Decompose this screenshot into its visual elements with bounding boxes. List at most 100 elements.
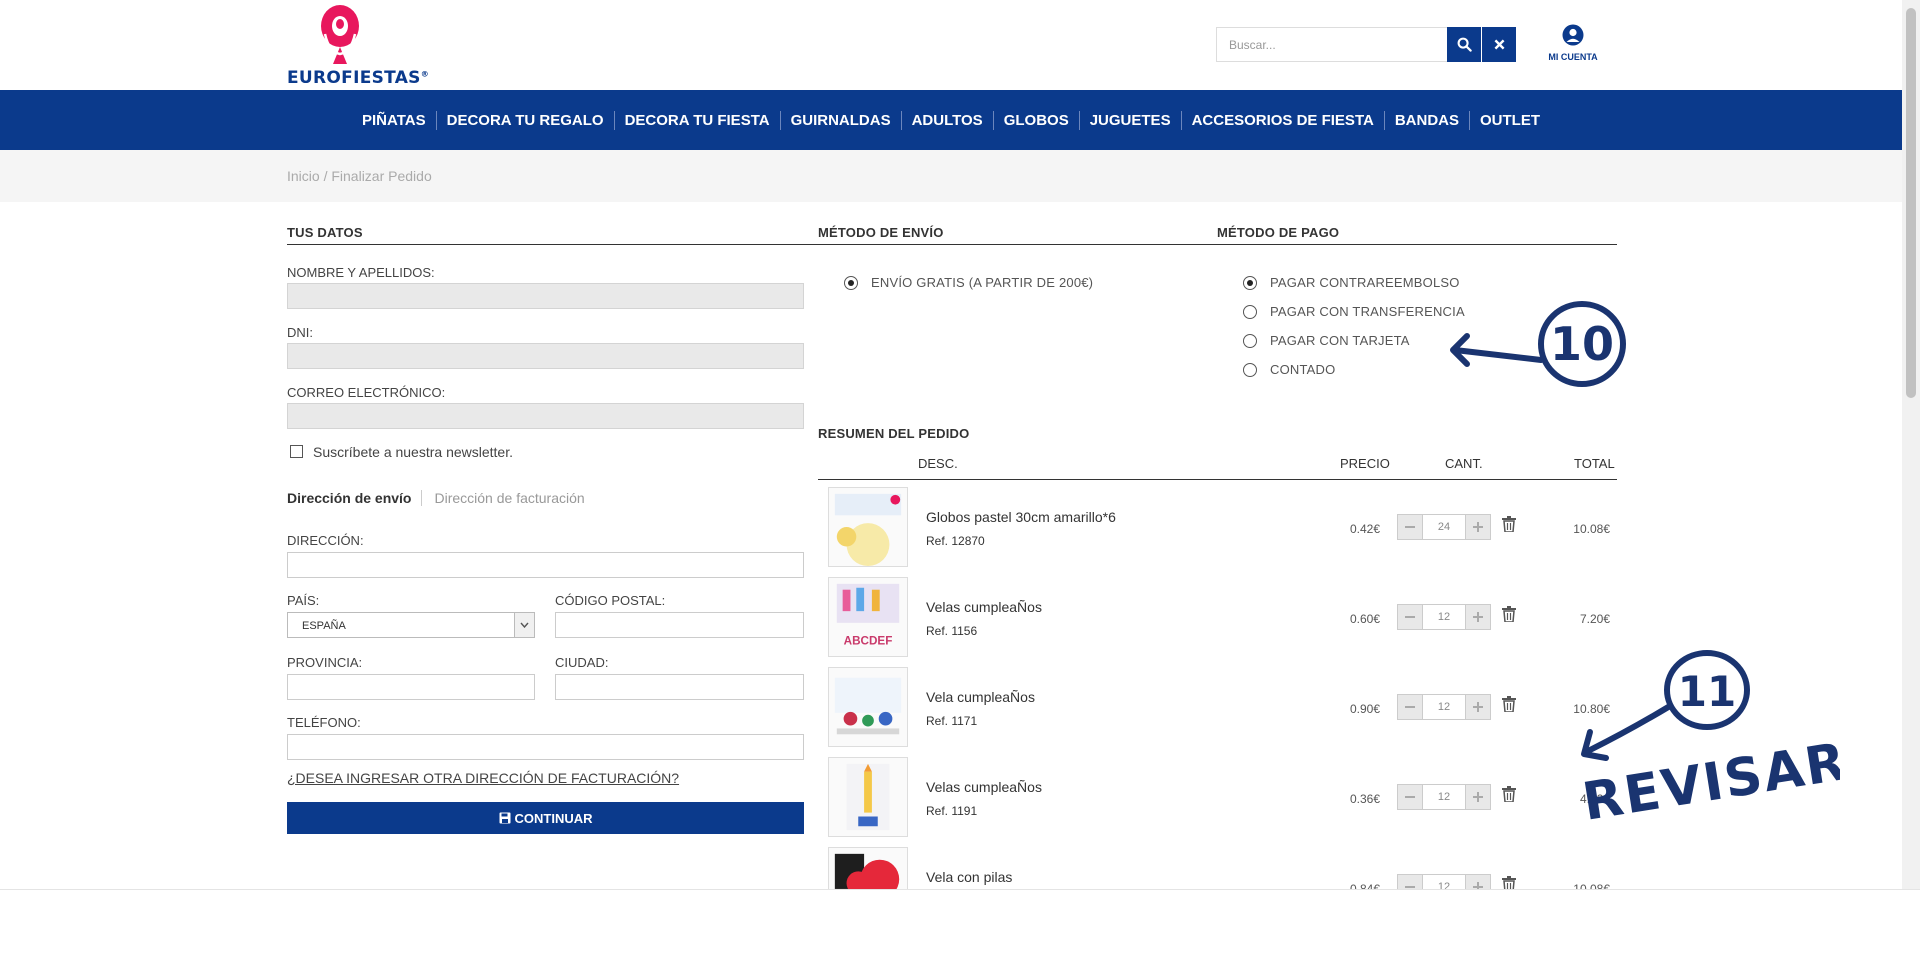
nav-item-9[interactable]: OUTLET (1469, 110, 1550, 130)
decrease-qty-button[interactable] (1398, 695, 1422, 719)
chevron-down-icon (514, 613, 534, 637)
payment-radio-contado[interactable] (1243, 363, 1257, 377)
col-header-precio: PRECIO (1340, 456, 1390, 471)
nav-item-5[interactable]: GLOBOS (992, 110, 1079, 130)
decrease-qty-button[interactable] (1398, 515, 1422, 539)
product-name[interactable]: Velas cumpleaÑos (926, 779, 1042, 795)
telefono-field[interactable] (287, 734, 804, 760)
bottom-blank-area (0, 889, 1920, 964)
provincia-label: PROVINCIA: (287, 655, 363, 670)
product-thumbnail[interactable]: ABCDEF (828, 577, 908, 657)
dni-field[interactable] (287, 343, 804, 369)
annotation-10-number: 10 (1550, 317, 1614, 371)
product-name[interactable]: Vela cumpleaÑos (926, 689, 1035, 705)
newsletter-checkbox[interactable] (290, 445, 303, 458)
decrease-qty-button[interactable] (1398, 875, 1422, 889)
quantity-value[interactable]: 12 (1422, 785, 1466, 809)
vertical-scrollbar[interactable] (1902, 0, 1920, 889)
email-field[interactable] (287, 403, 804, 429)
annotation-10-drawing: 10 (1450, 301, 1626, 387)
payment-radio-tarjeta[interactable] (1243, 334, 1257, 348)
nav-item-1[interactable]: DECORA TU REGALO (435, 110, 614, 130)
quantity-value[interactable]: 12 (1422, 695, 1466, 719)
my-account-link[interactable]: MI CUENTA (1545, 24, 1601, 62)
cp-label: CÓDIGO POSTAL: (555, 593, 666, 608)
trash-icon[interactable] (1502, 876, 1516, 889)
nombre-label: NOMBRE Y APELLIDOS: (287, 265, 435, 280)
increase-qty-button[interactable] (1466, 785, 1490, 809)
save-icon (499, 812, 510, 824)
trash-icon[interactable] (1502, 606, 1516, 622)
table-row: Velas cumpleaÑos Ref. 1191 0.36€ 12 4.32€ (818, 757, 1618, 847)
breadcrumb: Inicio / Finalizar Pedido (0, 150, 1902, 202)
increase-qty-button[interactable] (1466, 515, 1490, 539)
product-thumbnail[interactable] (828, 757, 908, 837)
nav-item-0[interactable]: PIÑATAS (352, 111, 436, 130)
other-billing-address-link[interactable]: ¿DESEA INGRESAR OTRA DIRECCIÓN DE FACTUR… (287, 770, 679, 786)
nav-item-3[interactable]: GUIRNALDAS (779, 110, 901, 130)
table-row: Vela con pilas 0.84€ 12 10.08€ (818, 847, 1618, 889)
close-icon (1494, 39, 1504, 50)
product-thumbnail[interactable] (828, 847, 908, 889)
tab-direccion-facturacion[interactable]: Dirección de facturación (422, 490, 584, 506)
decrease-qty-button[interactable] (1398, 785, 1422, 809)
ciudad-field[interactable] (555, 674, 804, 700)
nav-item-8[interactable]: BANDAS (1383, 110, 1469, 130)
plus-icon (1473, 792, 1483, 802)
product-thumbnail[interactable] (828, 667, 908, 747)
search-button[interactable] (1447, 27, 1481, 62)
scrollbar-thumb[interactable] (1906, 8, 1916, 398)
clear-search-button[interactable] (1482, 27, 1516, 62)
product-price: 0.42€ (1349, 522, 1380, 536)
search-input[interactable] (1216, 27, 1448, 62)
direccion-field[interactable] (287, 552, 804, 578)
address-tabs: Dirección de envío Dirección de facturac… (287, 490, 585, 506)
increase-qty-button[interactable] (1466, 875, 1490, 889)
col-header-total: TOTAL (1574, 456, 1615, 471)
quantity-value[interactable]: 24 (1422, 515, 1466, 539)
product-price: 0.90€ (1349, 702, 1380, 716)
product-name[interactable]: Vela con pilas (926, 869, 1012, 885)
product-name[interactable]: Velas cumpleaÑos (926, 599, 1042, 615)
annotation-11-drawing: 11 REVISAR (1579, 650, 1840, 833)
tab-direccion-envio[interactable]: Dirección de envío (287, 490, 423, 506)
quantity-value[interactable]: 12 (1422, 605, 1466, 629)
nombre-field[interactable] (287, 283, 804, 309)
pais-select[interactable]: ESPAÑA (287, 612, 535, 638)
quantity-value[interactable]: 12 (1422, 875, 1466, 889)
payment-radio-contrareembolso[interactable] (1243, 276, 1257, 290)
annotation-revisar-text: REVISAR (1579, 732, 1840, 833)
telefono-label: TELÉFONO: (287, 715, 361, 730)
eurofiestas-logo[interactable]: EUROFIESTAS® (287, 4, 429, 88)
page-viewport: EUROFIESTAS® MI CUENTA PIÑATASDECORA TU … (0, 0, 1902, 889)
trash-icon[interactable] (1502, 516, 1516, 532)
nav-item-4[interactable]: ADULTOS (900, 110, 993, 130)
payment-option-label: PAGAR CON TARJETA (1270, 333, 1410, 348)
main-nav: PIÑATAS DECORA TU REGALO DECORA TU FIESTA G… (0, 90, 1902, 150)
trash-icon[interactable] (1502, 696, 1516, 712)
nav-item-7[interactable]: ACCESORIOS DE FIESTA (1180, 110, 1384, 130)
nav-item-2[interactable]: DECORA TU FIESTA (613, 110, 780, 130)
increase-qty-button[interactable] (1466, 695, 1490, 719)
increase-qty-button[interactable] (1466, 605, 1490, 629)
trash-icon[interactable] (1502, 786, 1516, 802)
my-account-label: MI CUENTA (1548, 52, 1598, 62)
nav-item-6[interactable]: JUGUETES (1078, 110, 1181, 130)
product-price: 0.60€ (1349, 612, 1380, 626)
product-price: 0.36€ (1349, 792, 1380, 806)
table-row: Globos pastel 30cm amarillo*6 Ref. 12870 0… (818, 487, 1618, 577)
product-name[interactable]: Globos pastel 30cm amarillo*6 (926, 509, 1116, 525)
payment-radio-transferencia[interactable] (1243, 305, 1257, 319)
newsletter-label: Suscríbete a nuestra newsletter. (313, 444, 513, 460)
product-thumbnail[interactable] (828, 487, 908, 567)
product-ref: Ref. 1156 (926, 624, 978, 638)
provincia-field[interactable] (287, 674, 535, 700)
continue-button[interactable]: CONTINUAR (287, 802, 804, 834)
payment-option-label: PAGAR CON TRANSFERENCIA (1270, 304, 1465, 319)
metodo-pago-title: MÉTODO DE PAGO (1217, 225, 1340, 240)
decrease-qty-button[interactable] (1398, 605, 1422, 629)
product-total: 10.08€ (1573, 882, 1610, 889)
postal-code-field[interactable] (555, 612, 804, 638)
breadcrumb-text[interactable]: Inicio / Finalizar Pedido (287, 168, 432, 184)
shipping-radio-free[interactable] (844, 276, 858, 290)
